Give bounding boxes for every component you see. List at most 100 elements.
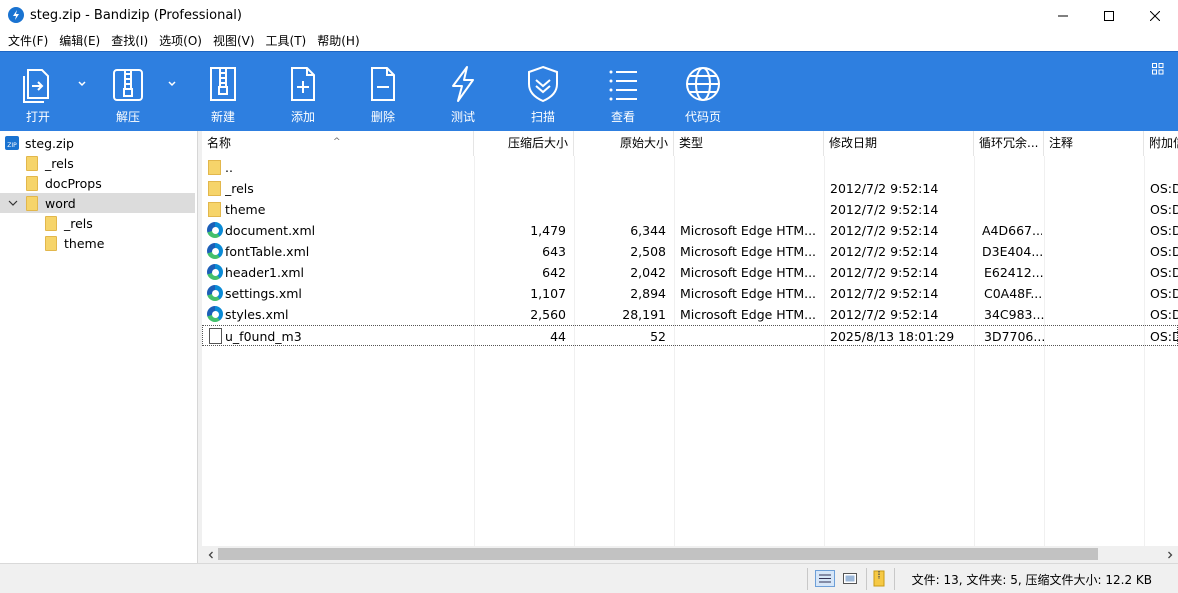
scrollbar-thumb[interactable] [218, 548, 1098, 560]
layout-grid-icon[interactable] [1152, 63, 1164, 75]
file-row-styles[interactable]: styles.xml 2,560 28,191 Microsoft Edge H… [202, 304, 1178, 325]
file-row-document[interactable]: document.xml 1,479 6,344 Microsoft Edge … [202, 220, 1178, 241]
chevron-down-icon[interactable] [8, 198, 18, 208]
file-crc: A4D667... [982, 223, 1042, 238]
open-button[interactable]: 打开 [4, 52, 72, 132]
details-view-icon[interactable] [815, 570, 835, 587]
horizontal-scrollbar[interactable] [202, 546, 1178, 563]
file-attr: OS:D [1150, 265, 1178, 280]
menu-options[interactable]: 选项(O) [155, 31, 206, 51]
file-modified: 2012/7/2 9:52:14 [830, 307, 939, 322]
codepage-label: 代码页 [684, 110, 721, 124]
folder-icon [45, 215, 57, 231]
folder-tree: ZIP steg.zip _rels docProps word _rels t… [0, 131, 198, 563]
status-separator [866, 568, 867, 590]
file-name: .. [225, 160, 233, 175]
file-packed: 642 [542, 265, 566, 280]
preview-view-icon[interactable] [840, 570, 860, 587]
edge-file-icon [207, 264, 223, 280]
delete-label: 删除 [370, 110, 395, 124]
bandizip-app-icon [8, 7, 24, 23]
file-row-rels[interactable]: _rels 2012/7/2 9:52:14 OS:D [202, 178, 1178, 199]
menu-bar: 文件(F) 编辑(E) 查找(I) 选项(O) 视图(V) 工具(T) 帮助(H… [0, 31, 1178, 51]
column-header-name[interactable]: 名称 ^ [202, 131, 474, 156]
file-modified: 2012/7/2 9:52:14 [830, 286, 939, 301]
generic-file-icon [209, 328, 222, 344]
file-crc: 3D7706... [984, 329, 1044, 344]
menu-view[interactable]: 视图(V) [209, 31, 259, 51]
file-type: Microsoft Edge HTM... [680, 244, 817, 259]
test-button[interactable]: 测试 [429, 52, 497, 132]
scan-button[interactable]: 扫描 [509, 52, 577, 132]
file-row-theme[interactable]: theme 2012/7/2 9:52:14 OS:D [202, 199, 1178, 220]
sort-ascending-icon: ^ [333, 137, 341, 147]
file-name: settings.xml [225, 286, 302, 301]
globe-icon [686, 67, 720, 101]
tree-item-docprops[interactable]: docProps [26, 173, 102, 193]
list-view-icon [609, 70, 637, 101]
add-button[interactable]: 添加 [269, 52, 337, 132]
tree-item-rels[interactable]: _rels [26, 153, 74, 173]
archive-info-icon[interactable] [870, 570, 890, 587]
delete-button[interactable]: 删除 [349, 52, 417, 132]
tree-root-label: steg.zip [25, 135, 74, 151]
column-header-modified[interactable]: 修改日期 [824, 131, 974, 156]
file-attr: OS:D [1150, 181, 1178, 196]
scroll-right-button[interactable] [1161, 546, 1178, 563]
menu-tools[interactable]: 工具(T) [262, 31, 311, 51]
file-name: theme [225, 202, 266, 217]
menu-find[interactable]: 查找(I) [107, 31, 152, 51]
file-row-parent[interactable]: .. [202, 157, 1178, 178]
file-size: 2,042 [630, 265, 666, 280]
tree-item-label: word [45, 195, 76, 211]
view-label: 查看 [610, 110, 635, 124]
file-attr: OS:D [1150, 307, 1178, 322]
status-bar: 文件: 13, 文件夹: 5, 压缩文件大小: 12.2 KB [0, 563, 1178, 593]
file-type: Microsoft Edge HTM... [680, 286, 817, 301]
tree-item-theme[interactable]: theme [45, 233, 104, 253]
codepage-button[interactable]: 代码页 [669, 52, 737, 132]
status-summary: 文件: 13, 文件夹: 5, 压缩文件大小: 12.2 KB [911, 573, 1152, 587]
edge-file-icon [207, 285, 223, 301]
file-row-header1[interactable]: header1.xml 642 2,042 Microsoft Edge HTM… [202, 262, 1178, 283]
file-attr: OS:D [1150, 202, 1178, 217]
view-button[interactable]: 查看 [589, 52, 657, 132]
file-row-settings[interactable]: settings.xml 1,107 2,894 Microsoft Edge … [202, 283, 1178, 304]
column-header-comment[interactable]: 注释 [1044, 131, 1144, 156]
file-modified: 2012/7/2 9:52:14 [830, 244, 939, 259]
file-name: u_f0und_m3 [225, 329, 302, 344]
menu-edit[interactable]: 编辑(E) [55, 31, 104, 51]
scroll-left-button[interactable] [202, 546, 219, 563]
edge-file-icon [207, 222, 223, 238]
window-title: steg.zip - Bandizip (Professional) [30, 8, 242, 23]
column-header-attr[interactable]: 附加信 [1144, 131, 1178, 156]
file-row-u-f0und-m3[interactable]: u_f0und_m3 44 52 2025/8/13 18:01:29 3D77… [202, 325, 1178, 346]
column-header-size[interactable]: 原始大小 [574, 131, 674, 156]
tree-root[interactable]: ZIP steg.zip [4, 133, 74, 153]
file-row-fonttable[interactable]: fontTable.xml 643 2,508 Microsoft Edge H… [202, 241, 1178, 262]
column-label: 名称 [207, 136, 232, 150]
tree-item-label: _rels [64, 215, 93, 231]
extract-button[interactable]: 解压 [94, 52, 162, 132]
test-label: 测试 [450, 110, 475, 124]
open-dropdown-icon[interactable] [76, 78, 88, 90]
maximize-button[interactable] [1086, 0, 1132, 31]
column-header-packed[interactable]: 压缩后大小 [474, 131, 574, 156]
column-header-crc[interactable]: 循环冗余... [974, 131, 1044, 156]
menu-file[interactable]: 文件(F) [4, 31, 52, 51]
column-header-type[interactable]: 类型 [674, 131, 824, 156]
file-size: 52 [650, 329, 666, 344]
menu-help[interactable]: 帮助(H) [313, 31, 363, 51]
extract-dropdown-icon[interactable] [166, 78, 178, 90]
tree-item-word-rels[interactable]: _rels [45, 213, 93, 233]
file-name: header1.xml [225, 265, 305, 280]
folder-icon [208, 202, 221, 217]
tree-item-label: theme [64, 235, 105, 251]
new-button[interactable]: 新建 [189, 52, 257, 132]
close-button[interactable] [1132, 0, 1178, 31]
tree-item-word[interactable]: word [0, 193, 195, 213]
minimize-button[interactable] [1040, 0, 1086, 31]
tree-item-label: _rels [45, 155, 74, 171]
lightning-icon [452, 66, 474, 102]
file-modified: 2012/7/2 9:52:14 [830, 181, 939, 196]
